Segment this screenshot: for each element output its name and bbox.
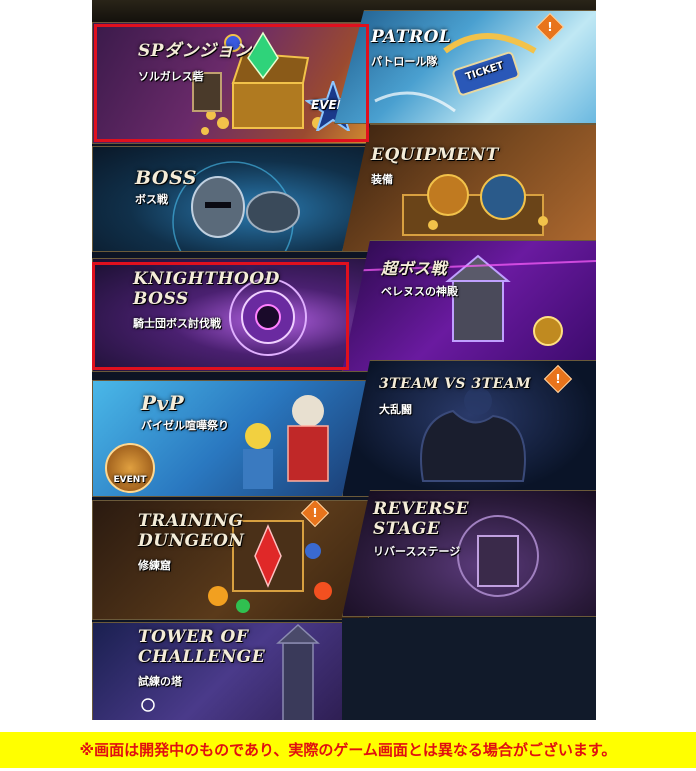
pvp-event-label: EVENT: [113, 475, 147, 485]
equipment-subtitle: 装備: [371, 173, 393, 186]
empty-panel: [342, 618, 596, 720]
patrol-tile[interactable]: PATROL パトロール隊 TICKET !: [334, 10, 596, 124]
equipment-title: EQUIPMENT: [371, 145, 499, 165]
pvp-subtitle: バイゼル喧嘩祭り: [141, 419, 229, 432]
tower-subtitle: 試練の塔: [138, 675, 182, 688]
reverse-stage-tile[interactable]: REVERSE STAGE リバースステージ: [342, 490, 596, 617]
knighthood-title-line1: KNIGHTHOOD: [133, 269, 280, 289]
tower-of-challenge-tile[interactable]: TOWER OF CHALLENGE 試練の塔: [92, 622, 369, 720]
tower-title-line1: TOWER OF: [138, 627, 249, 647]
training-subtitle: 修練窟: [138, 559, 171, 572]
knighthood-boss-tile[interactable]: KNIGHTHOOD BOSS 騎士団ボス討伐戦: [92, 258, 369, 372]
reverse-title-line1: REVERSE: [373, 499, 470, 519]
pvp-tile[interactable]: PvP バイゼル喧嘩祭り EVENT: [92, 380, 369, 497]
alert-icon: !: [312, 506, 318, 520]
equipment-tile[interactable]: EQUIPMENT 装備: [342, 124, 596, 252]
boss-subtitle: ボス戦: [135, 193, 168, 206]
disclaimer-text: ※画面は開発中のものであり、実際のゲーム画面とは異なる場合がございます。: [79, 741, 617, 759]
boss-title: BOSS: [135, 167, 197, 189]
disclaimer-banner: ※画面は開発中のものであり、実際のゲーム画面とは異なる場合がございます。: [0, 732, 696, 768]
super-boss-tile[interactable]: 超ボス戦 ベレヌスの神殿: [342, 240, 596, 372]
patrol-subtitle: パトロール隊: [371, 55, 438, 68]
reverse-title-line2: STAGE: [373, 519, 441, 539]
team-battle-tile[interactable]: 3TEAM VS 3TEAM 大乱闘 !: [342, 360, 596, 497]
pvp-event-badge: EVENT: [105, 443, 155, 493]
knighthood-subtitle: 騎士団ボス討伐戦: [133, 317, 221, 330]
reverse-subtitle: リバースステージ: [373, 545, 461, 558]
knighthood-title-line2: BOSS: [133, 289, 189, 309]
sp-dungeon-subtitle: ソルガレス砦: [138, 70, 204, 83]
super-boss-title: 超ボス戦: [381, 259, 448, 278]
sp-dungeon-title: SPダンジョン: [138, 41, 252, 61]
boss-tile[interactable]: BOSS ボス戦: [92, 146, 369, 252]
training-dungeon-tile[interactable]: TRAINING DUNGEON 修練窟 !: [92, 500, 369, 620]
sp-dungeon-tile[interactable]: SPダンジョン ソルガレス砦 EVENT: [92, 22, 369, 144]
team-battle-subtitle: 大乱闘: [379, 403, 412, 416]
tower-title-line2: CHALLENGE: [138, 647, 266, 667]
training-title-line2: DUNGEON: [138, 531, 245, 551]
super-boss-subtitle: ベレヌスの神殿: [381, 285, 458, 298]
alert-icon: !: [547, 20, 553, 34]
pvp-title: PvP: [141, 391, 185, 415]
alert-icon: !: [555, 372, 561, 386]
team-battle-title: 3TEAM VS 3TEAM: [379, 376, 532, 392]
equipment-chest-art: [402, 174, 548, 236]
game-screen: SPダンジョン ソルガレス砦 EVENT PATROL パトロール隊 TICKE…: [92, 0, 596, 720]
training-title-line1: TRAINING: [138, 511, 244, 531]
patrol-title: PATROL: [371, 27, 452, 47]
